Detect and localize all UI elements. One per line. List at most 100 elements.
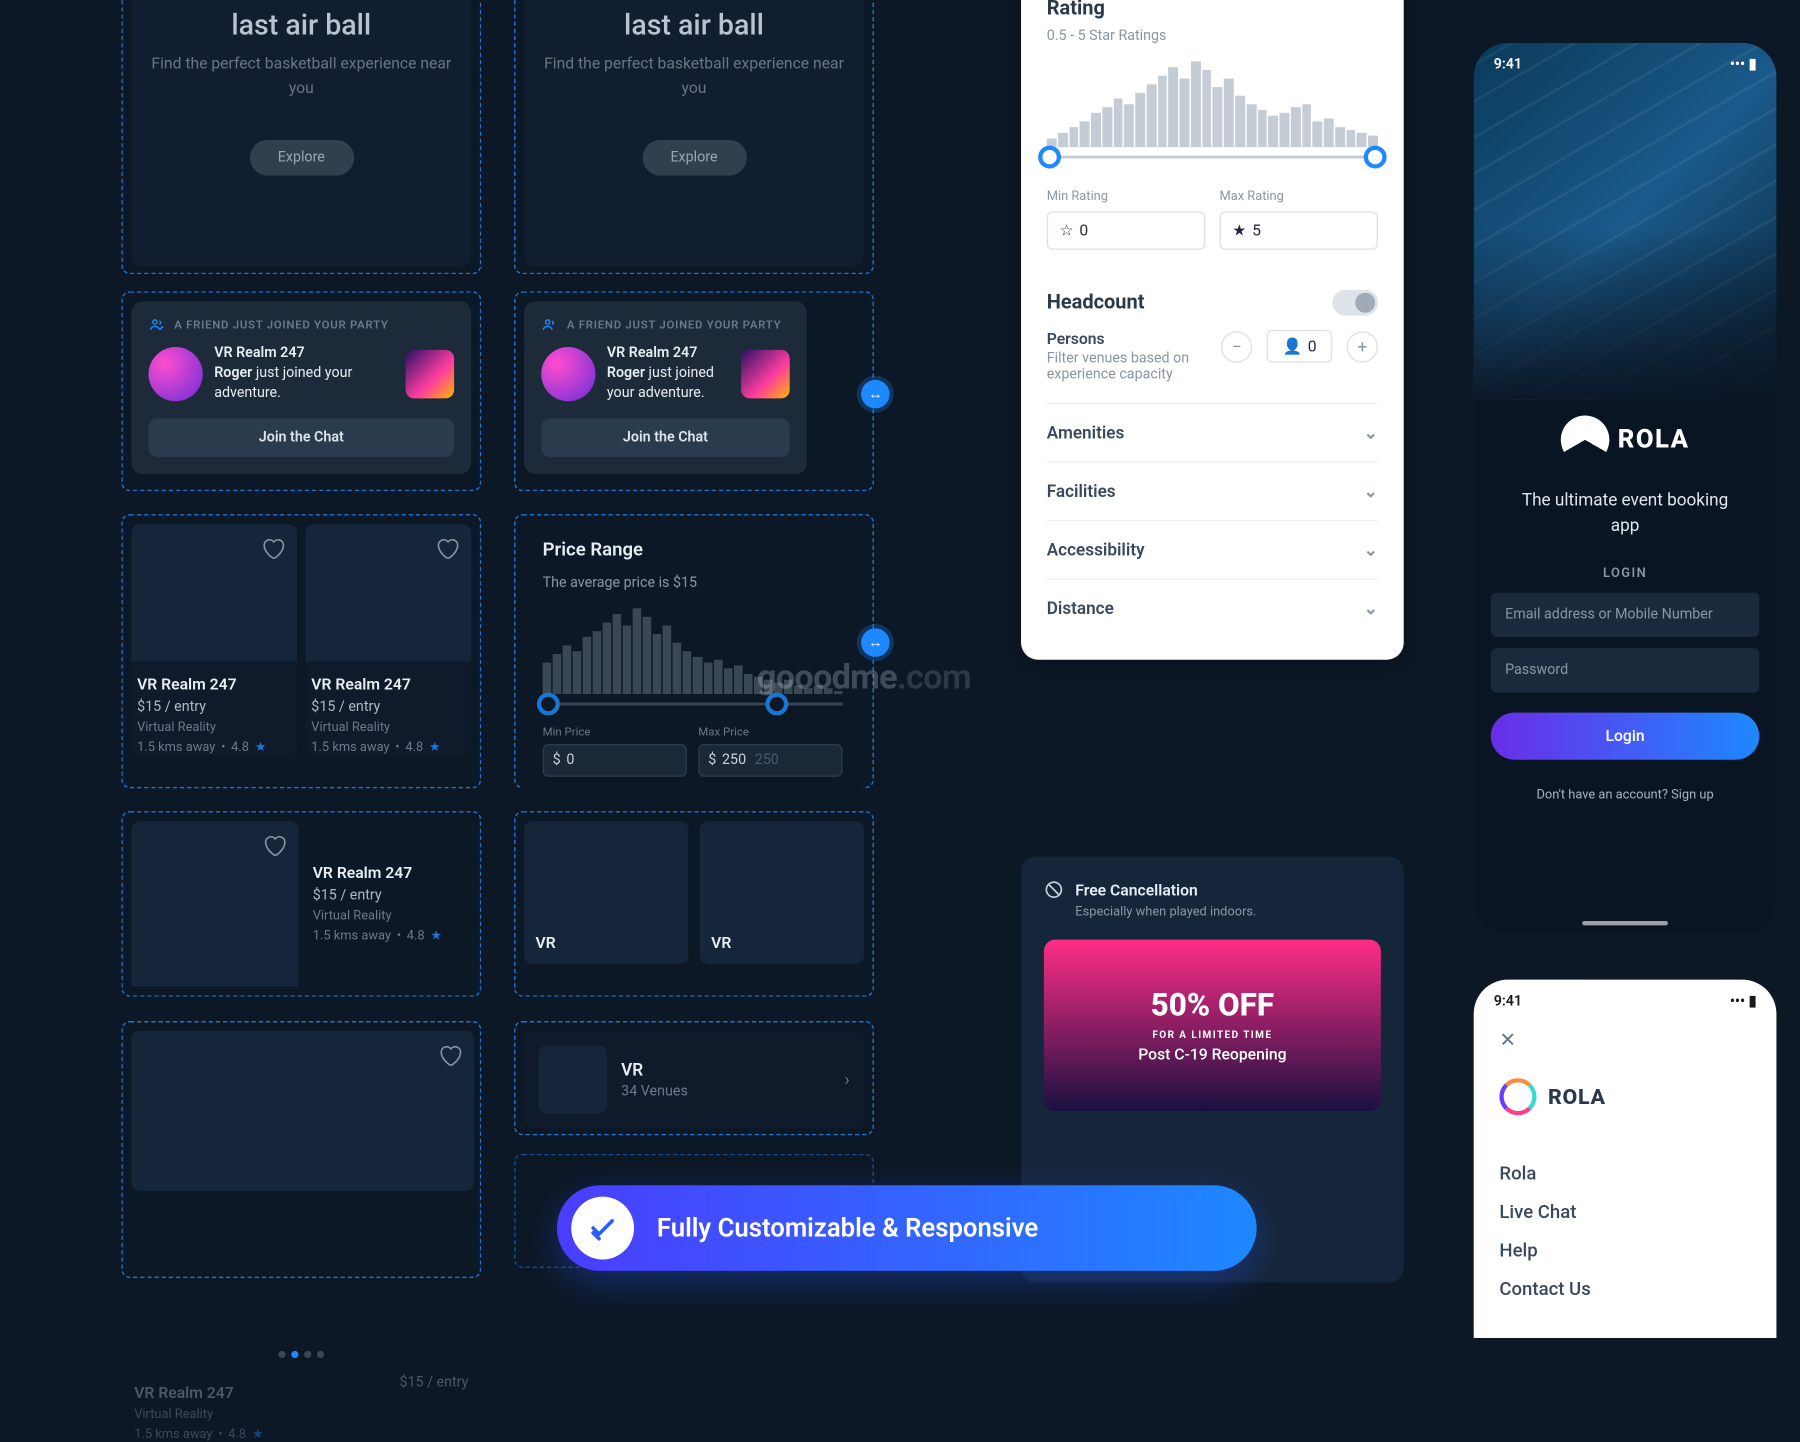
price-average-text: The average price is $15 [543, 575, 843, 591]
place-grid-frame: VR Realm 247 $15 / entry Virtual Reality… [121, 514, 481, 788]
chevron-right-icon: › [845, 1070, 850, 1090]
min-price-input[interactable]: Min Price $0 [543, 725, 687, 776]
heart-icon[interactable] [261, 833, 287, 859]
place-price: $15 / entry [311, 700, 465, 716]
carousel-image[interactable] [131, 1031, 474, 1191]
persons-label: Persons [1047, 330, 1210, 349]
email-field[interactable]: Email address or Mobile Number [1491, 593, 1759, 637]
join-chat-button[interactable]: Join the Chat [541, 418, 789, 457]
quantity-stepper: − 👤0 + [1221, 330, 1378, 363]
drawer-menu: Rola Live Chat Help Contact Us [1474, 1135, 1777, 1309]
feature-pill: Fully Customizable & Responsive [557, 1185, 1257, 1271]
notification-tag: A FRIEND JUST JOINED YOUR PARTY [541, 316, 789, 333]
heart-icon[interactable] [260, 536, 286, 562]
feature-pill-text: Fully Customizable & Responsive [657, 1213, 1038, 1243]
decrement-button[interactable]: − [1221, 331, 1252, 362]
heart-icon[interactable] [437, 1042, 463, 1068]
resize-handle-icon[interactable]: ↔ [861, 628, 890, 657]
menu-item[interactable]: Help [1499, 1232, 1750, 1271]
list-thumbnail [538, 1045, 607, 1114]
free-cancellation-row: Free Cancellation [1044, 880, 1381, 900]
max-rating-input[interactable]: Max Rating ★5 [1220, 179, 1379, 250]
place-card[interactable]: VR Realm 247 $15 / entry Virtual Reality… [306, 524, 472, 755]
place-wide-frame: VR Realm 247 $15 / entry Virtual Reality… [121, 811, 481, 997]
increment-button[interactable]: + [1347, 331, 1378, 362]
heart-icon[interactable] [434, 536, 460, 562]
status-bar: 9:41 ••• ▮ [1474, 980, 1777, 1024]
accessibility-expander[interactable]: Accessibility⌄ [1047, 520, 1378, 579]
price-range-heading: Price Range [543, 540, 843, 561]
rating-slider[interactable] [1047, 156, 1378, 159]
slider-handle-min[interactable] [1038, 146, 1061, 169]
place-card[interactable] [131, 821, 298, 987]
slider-handle-max[interactable] [1364, 146, 1387, 169]
rating-subtitle: 0.5 - 5 Star Ratings [1047, 29, 1378, 45]
hero-card-frame: last air ball Find the perfect basketbal… [121, 0, 481, 274]
place-category: Virtual Reality [311, 721, 465, 735]
place-card[interactable]: VR Realm 247 $15 / entry Virtual Reality… [131, 524, 297, 755]
vr-tile[interactable]: VR [524, 821, 688, 964]
password-field[interactable]: Password [1491, 648, 1759, 692]
notification-frame: A FRIEND JUST JOINED YOUR PARTY VR Realm… [514, 291, 874, 491]
notification-tag: A FRIEND JUST JOINED YOUR PARTY [149, 316, 455, 333]
close-button[interactable]: ✕ [1474, 1024, 1777, 1058]
phone-mock-menu: 9:41 ••• ▮ ✕ ROLA Rola Live Chat Help Co… [1474, 980, 1777, 1338]
signup-link[interactable]: Don't have an account? Sign up [1474, 788, 1777, 802]
logo-mark-icon [1561, 416, 1610, 465]
list-item[interactable]: VR 34 Venues › [524, 1031, 864, 1128]
phone-mock-login: 9:41 ••• ▮ ROLA The ultimate event booki… [1474, 43, 1777, 934]
person-icon: 👤 [1283, 337, 1303, 356]
promo-banner[interactable]: 50% OFF FOR A LIMITED TIME Post C-19 Reo… [1044, 940, 1381, 1111]
menu-item[interactable]: Live Chat [1499, 1194, 1750, 1233]
distance-expander[interactable]: Distance⌄ [1047, 578, 1378, 637]
resize-handle-icon[interactable]: ↔ [861, 380, 890, 409]
explore-button[interactable]: Explore [249, 140, 353, 176]
place-price: $15 / entry [313, 888, 472, 904]
max-price-input[interactable]: Max Price $250250 [698, 725, 842, 776]
place-price: $15 / entry [137, 700, 291, 716]
amenities-expander[interactable]: Amenities⌄ [1047, 403, 1378, 462]
rating-heading: Rating [1047, 0, 1378, 20]
price-slider[interactable] [543, 703, 843, 706]
place-title: VR Realm 247 [313, 864, 472, 883]
notification-card: A FRIEND JUST JOINED YOUR PARTY VR Realm… [524, 301, 807, 474]
join-chat-button[interactable]: Join the Chat [149, 418, 455, 457]
carousel-frame: VR Realm 247 Virtual Reality 1.5 kms awa… [121, 1021, 481, 1278]
min-rating-input[interactable]: Min Rating ☆0 [1047, 179, 1206, 250]
login-button[interactable]: Login [1491, 713, 1759, 760]
place-category: Virtual Reality [134, 1408, 263, 1422]
watermark: gooodme.com [757, 657, 971, 697]
list-subtitle: 34 Venues [621, 1084, 830, 1100]
home-indicator [1582, 921, 1668, 925]
status-time: 9:41 [1494, 994, 1522, 1010]
explore-button[interactable]: Explore [642, 140, 746, 176]
star-icon: ★ [1232, 221, 1246, 240]
free-cancellation-sub: Especially when played indoors. [1075, 905, 1381, 919]
headcount-heading: Headcount [1047, 291, 1145, 314]
logo-mark-icon [1499, 1078, 1536, 1115]
place-category: Virtual Reality [313, 910, 472, 924]
phone-hero-image [1474, 43, 1777, 400]
stepper-value: 👤0 [1267, 330, 1333, 363]
place-price: $15 / entry [399, 1375, 468, 1442]
menu-item[interactable]: Contact Us [1499, 1271, 1750, 1310]
persons-sub: Filter venues based on experience capaci… [1047, 351, 1210, 382]
place-footer: 1.5 kms away•4.8★ [137, 741, 291, 755]
notification-thumbnail [741, 350, 790, 399]
chevron-down-icon: ⌄ [1364, 598, 1378, 618]
chevron-down-icon: ⌄ [1364, 540, 1378, 560]
promo-sub2: Post C-19 Reopening [1138, 1045, 1286, 1064]
star-icon: ☆ [1060, 221, 1074, 240]
hero-subtitle: Find the perfect basketball experience n… [151, 53, 451, 100]
price-range-frame: Price Range The average price is $15 Min… [514, 514, 874, 788]
menu-item[interactable]: Rola [1499, 1155, 1750, 1194]
facilities-expander[interactable]: Facilities⌄ [1047, 461, 1378, 520]
place-category: Virtual Reality [137, 721, 291, 735]
vr-tile[interactable]: VR [700, 821, 864, 964]
place-footer: 1.5 kms away•4.8★ [313, 930, 472, 944]
place-footer: 1.5 kms away•4.8★ [134, 1428, 263, 1442]
headcount-toggle[interactable] [1332, 290, 1378, 316]
slider-handle-min[interactable] [537, 693, 560, 716]
place-meta-side: VR Realm 247 $15 / entry Virtual Reality… [313, 821, 472, 987]
login-label: LOGIN [1474, 567, 1777, 581]
